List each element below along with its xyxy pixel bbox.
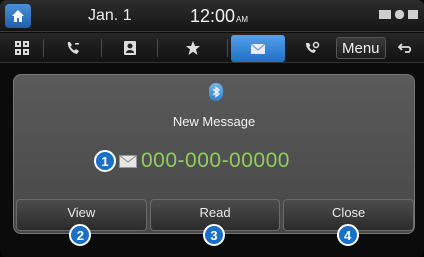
bluetooth-status-icon xyxy=(395,10,404,19)
callout-badge-3: 3 xyxy=(203,224,225,246)
clock-display: 12:00AM xyxy=(190,6,248,27)
signal-icon xyxy=(408,10,418,19)
date-display: Jan. 1 xyxy=(88,7,132,24)
dialpad-icon xyxy=(15,41,29,55)
bluetooth-icon xyxy=(209,83,223,101)
sender-number: 000-000-00000 xyxy=(141,149,290,172)
toolbar-contacts[interactable] xyxy=(102,33,158,63)
sender-row: 1 000-000-00000 xyxy=(94,149,290,173)
toolbar-phone-settings[interactable] xyxy=(290,33,334,63)
popup-title: New Message xyxy=(172,114,256,129)
message-envelope-icon xyxy=(119,154,137,168)
callout-badge-1: 1 xyxy=(94,150,116,172)
home-icon xyxy=(12,10,24,22)
read-button[interactable]: Read 3 xyxy=(149,199,281,246)
battery-icon xyxy=(379,10,391,19)
toolbar-dialpad[interactable] xyxy=(0,33,44,63)
popup-actions: View 2 Read 3 Close 4 xyxy=(16,199,415,246)
clock-time: 12:00 xyxy=(190,6,236,26)
phone-settings-icon xyxy=(305,41,320,53)
home-button[interactable] xyxy=(5,4,31,28)
phone-toolbar: Menu xyxy=(0,33,424,63)
clock-ampm: AM xyxy=(236,15,249,24)
new-message-popup: New Message 1 000-000-00000 View 2 Read … xyxy=(13,74,415,246)
callout-badge-4: 4 xyxy=(336,224,359,246)
status-icons xyxy=(379,10,418,19)
back-button[interactable] xyxy=(388,33,422,63)
screen: Jan. 1 12:00AM Menu New Message 1 000-00… xyxy=(0,0,424,257)
callout-badge-2: 2 xyxy=(69,224,92,246)
contacts-icon xyxy=(124,41,136,55)
back-arrow-icon xyxy=(397,43,412,53)
status-bar: Jan. 1 12:00AM xyxy=(0,0,424,32)
toolbar-favorites[interactable] xyxy=(158,33,228,63)
menu-button[interactable]: Menu xyxy=(336,37,386,59)
call-log-icon xyxy=(67,42,79,54)
favorites-star-icon xyxy=(186,41,200,55)
toolbar-call-log[interactable] xyxy=(44,33,102,63)
close-button[interactable]: Close 4 xyxy=(283,199,415,246)
view-button[interactable]: View 2 xyxy=(16,199,147,246)
messages-envelope-icon xyxy=(250,43,266,54)
toolbar-messages[interactable] xyxy=(231,35,285,62)
